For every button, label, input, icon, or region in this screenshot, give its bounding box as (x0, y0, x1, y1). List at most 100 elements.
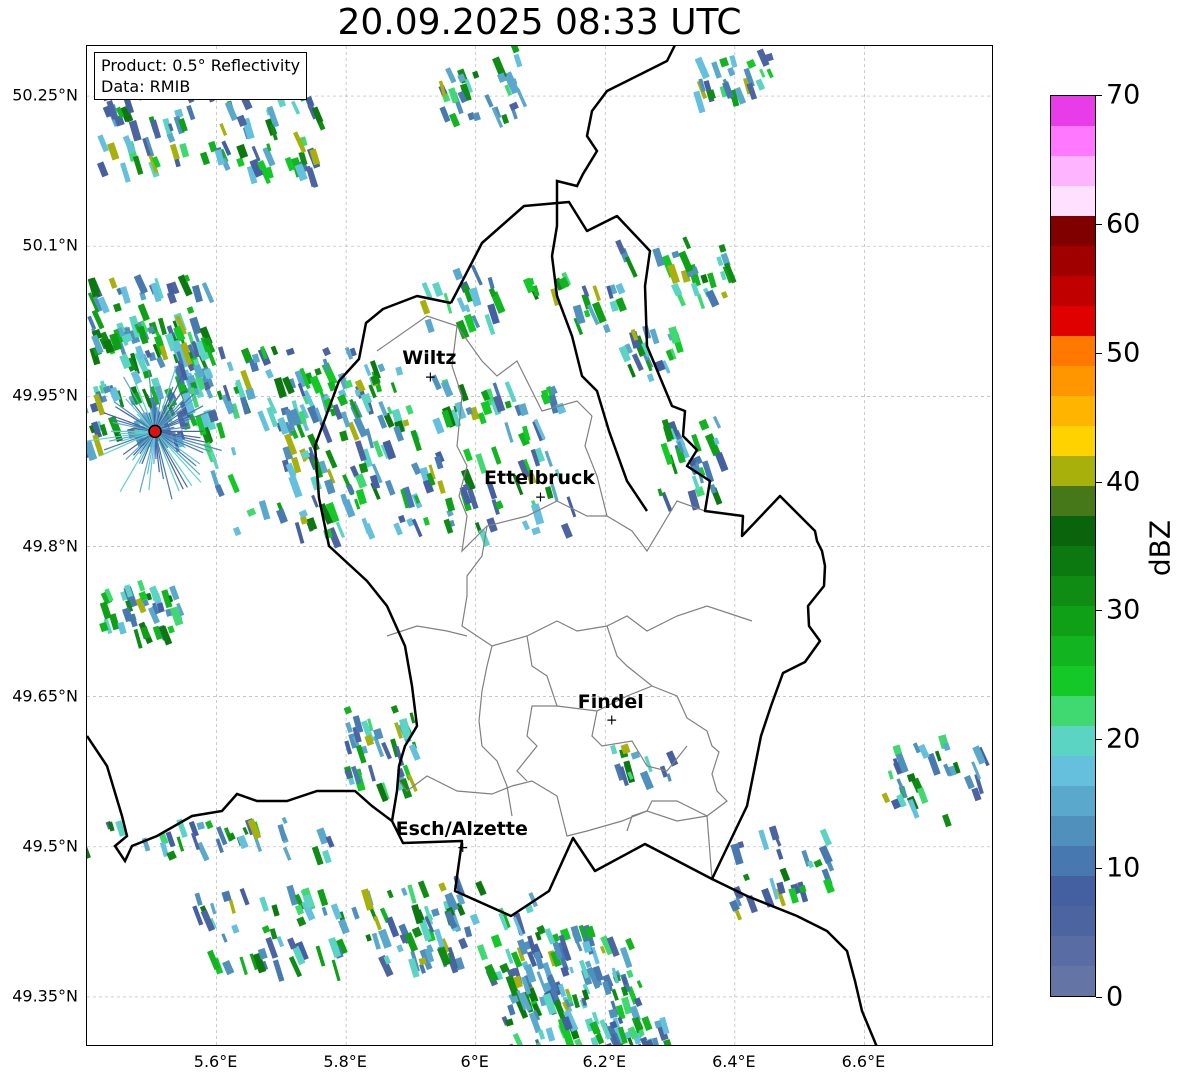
echo-cell (504, 381, 517, 403)
echo-cell (746, 58, 757, 69)
echo-cell (221, 933, 228, 943)
echo-cell (544, 450, 553, 467)
echo-cell (315, 945, 326, 967)
echo-cell (137, 579, 146, 592)
colorbar-tick-mark (1096, 352, 1102, 354)
echo-cell (294, 521, 305, 544)
colorbar-swatch (1051, 816, 1095, 846)
echo-cell (678, 250, 694, 273)
colorbar-tick-label: 40 (1106, 466, 1141, 498)
dbz-colorbar (1050, 95, 1096, 997)
echo-cell (194, 892, 203, 906)
echo-cell (296, 916, 307, 927)
echo-cell (261, 925, 271, 934)
echo-cell (452, 267, 464, 281)
colorbar-swatch (1051, 246, 1095, 276)
echo-cell (646, 373, 655, 383)
echo-cell (287, 937, 297, 950)
colorbar-swatch (1051, 756, 1095, 786)
echo-cell (521, 520, 530, 531)
echo-cell (390, 382, 398, 394)
echo-cell (659, 765, 668, 778)
echo-cell (694, 56, 710, 80)
echo-cell (199, 151, 211, 166)
city-cross-icon: + (606, 713, 618, 729)
echo-cell (405, 404, 414, 415)
echo-cell (445, 497, 456, 512)
echo-cell (265, 936, 279, 959)
echo-cell (230, 446, 237, 456)
echo-cell (258, 500, 271, 521)
echo-cell (385, 916, 400, 938)
echo-cell (419, 299, 431, 315)
colorbar-swatch (1051, 276, 1095, 306)
colorbar-label: dBZ (1143, 519, 1177, 577)
radar-site-icon[interactable] (148, 424, 162, 439)
echo-cell (305, 517, 318, 532)
echo-cell (259, 896, 269, 912)
echo-cell (216, 422, 226, 439)
echo-cell (210, 902, 217, 915)
colorbar-swatch (1051, 846, 1095, 876)
echo-cell (157, 317, 167, 336)
echo-cell (236, 157, 245, 168)
echo-cell (437, 480, 446, 495)
echo-cell (227, 473, 240, 494)
echo-cell (934, 750, 942, 762)
echo-cell (363, 363, 372, 377)
echo-cell (189, 316, 202, 335)
colorbar-swatch (1051, 96, 1095, 126)
colorbar-swatch (1051, 876, 1095, 906)
colorbar-tick-mark (1096, 610, 1102, 612)
echo-cell (176, 836, 185, 852)
echo-cell (282, 846, 292, 861)
colorbar-swatch (1051, 966, 1095, 996)
echo-cell (705, 289, 720, 308)
echo-cell (288, 475, 303, 498)
echo-cell (755, 78, 766, 91)
canton-boundary (626, 800, 713, 880)
colorbar-tick-label: 20 (1106, 723, 1141, 755)
echo-cell (408, 743, 421, 761)
colorbar-swatch (1051, 306, 1095, 336)
radar-map[interactable]: + + + + (86, 45, 993, 1046)
echo-cell (257, 410, 270, 432)
colorbar-swatch (1051, 366, 1095, 396)
product-label: Product: 0.5° Reflectivity (101, 56, 301, 75)
echo-cell (169, 143, 180, 161)
echo-cell (386, 889, 394, 899)
echo-cell (456, 296, 467, 313)
echo-cell (424, 318, 435, 334)
colorbar-swatch (1051, 186, 1095, 216)
colorbar-swatch (1051, 636, 1095, 666)
echo-cell (130, 370, 143, 385)
echo-cell (407, 884, 417, 904)
echo-cell (691, 475, 701, 491)
echo-cell (321, 362, 338, 386)
colorbar-swatch (1051, 786, 1095, 816)
echo-cell (393, 522, 403, 536)
latitude-tick-label: 49.65°N (12, 686, 78, 706)
echo-cell (226, 361, 234, 372)
echo-cell (615, 239, 626, 255)
echo-cell (191, 284, 203, 303)
colorbar-tick-label: 60 (1106, 208, 1141, 240)
echo-cell (513, 53, 523, 68)
echo-cell (97, 161, 109, 178)
echo-cell (276, 508, 288, 524)
echo-cell (133, 274, 149, 295)
echo-cell (228, 899, 236, 914)
echo-cell (186, 105, 196, 121)
echo-cell (718, 244, 727, 253)
echo-cell (657, 488, 663, 497)
city-cross-icon: + (424, 369, 436, 385)
echo-cell (501, 113, 510, 125)
longitude-tick-label: 5.8°E (323, 1052, 367, 1071)
radar-map-canvas: + + + + (87, 46, 992, 1045)
city-label: Findel (577, 690, 644, 713)
echo-cell (592, 285, 601, 302)
echo-cell (236, 143, 249, 159)
echo-cell (776, 848, 784, 860)
echo-cell (272, 959, 285, 982)
colorbar-swatch (1051, 336, 1095, 366)
